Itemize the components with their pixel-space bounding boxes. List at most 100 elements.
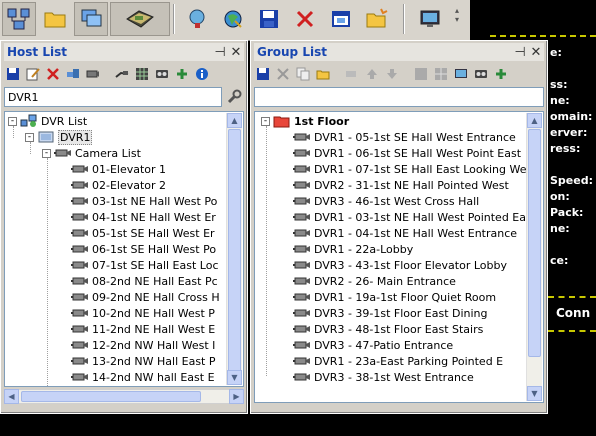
collapse-toggle-icon[interactable]: - [42,148,51,158]
group-tree-scrollbar[interactable]: ▲ ▼ [526,113,542,401]
scroll-down-icon[interactable]: ▼ [527,386,542,401]
tape-icon[interactable] [153,66,170,83]
camera-node[interactable]: 03-1st NE Hall West Po [59,193,217,209]
arrow-down-icon[interactable] [383,66,400,83]
grid-icon[interactable] [133,66,150,83]
tape-icon[interactable] [472,66,489,83]
tree-node-label: DVR3 - 48-1st Floor East Stairs [314,322,484,336]
scroll-down-icon[interactable]: ▼ [227,370,242,385]
hscroll-thumb[interactable] [21,391,201,402]
toolbar-overflow-icon[interactable]: ▴ ▾ [455,6,465,24]
delete-icon[interactable] [44,66,61,83]
info-label: ce: [550,254,569,267]
camera-node[interactable]: DVR1 - 04-1st NE Hall West Entrance [281,225,517,241]
camera-node[interactable]: DVR1 - 07-1st SE Hall East Looking We [281,161,526,177]
camera-node[interactable]: DVR1 - 03-1st NE Hall West Pointed Ea [281,209,526,225]
open-folder-icon[interactable] [360,2,394,36]
group-search-input[interactable] [254,87,544,107]
new-folder-icon[interactable] [314,66,331,83]
camera-node[interactable]: DVR1 - 19a-1st Floor Quiet Room [281,289,496,305]
camera-node[interactable]: DVR3 - 48-1st Floor East Stairs [281,321,483,337]
layout-single-icon[interactable] [412,66,429,83]
tree-node[interactable]: - Camera List [42,145,141,161]
save-icon[interactable] [4,66,21,83]
layout-icon[interactable] [2,2,36,36]
monitor-icon[interactable] [74,2,108,36]
collapse-toggle-icon[interactable]: - [8,116,17,126]
layout-quad-icon[interactable] [432,66,449,83]
edit-icon[interactable] [24,66,41,83]
search-globe-icon[interactable] [180,2,214,36]
host-search-input[interactable] [4,87,222,107]
close-icon[interactable] [288,2,322,36]
camera-icon[interactable] [343,66,360,83]
pin-icon[interactable]: ⊣ [212,45,228,60]
scroll-thumb[interactable] [228,129,241,373]
tree-node[interactable]: - DVR List [8,113,87,129]
collapse-toggle-icon[interactable]: - [261,116,270,126]
folder-icon[interactable] [38,2,72,36]
tree-node[interactable]: - 1st Floor [261,113,349,129]
link-icon[interactable] [492,66,509,83]
link-icon[interactable] [173,66,190,83]
save-icon[interactable] [254,66,271,83]
camera-arm-icon[interactable] [113,66,130,83]
host-tree-scrollbar[interactable]: ▲ ▼ [226,113,242,385]
camera-node[interactable]: DVR3 - 47-Patio Entrance [281,337,453,353]
tree-node-label: DVR3 - 39-1st Floor East Dining [314,306,488,320]
camera-node[interactable]: DVR3 - 46-1st West Cross Hall [281,193,479,209]
camera-node[interactable]: DVR2 - 31-1st NE Hall Pointed West [281,177,509,193]
camera-node[interactable]: 05-1st SE Hall West Er [59,225,215,241]
camera-node[interactable]: 12-2nd NW Hall West I [59,337,215,353]
camera-icon [71,162,89,176]
window-icon[interactable] [324,2,358,36]
close-pane-icon[interactable]: ✕ [228,45,244,60]
camera-node[interactable]: 13-2nd NW Hall East P [59,353,216,369]
network-icon[interactable] [64,66,81,83]
camera-node[interactable]: 06-1st SE Hall West Po [59,241,216,257]
display-icon[interactable] [414,2,448,36]
camera-node[interactable]: 02-Elevator 2 [59,177,166,193]
info-icon[interactable] [193,66,210,83]
dvr-device-icon[interactable] [110,2,170,36]
camera-node[interactable]: 07-1st SE Hall East Loc [59,257,219,273]
camera-icon[interactable] [84,66,101,83]
arrow-up-icon[interactable] [363,66,380,83]
network-globe-icon[interactable] [216,2,250,36]
camera-node[interactable]: DVR1 - 05-1st SE Hall West Entrance [281,129,516,145]
camera-node[interactable]: 01-Elevator 1 [59,161,166,177]
toolbar-separator [104,66,110,83]
scroll-thumb[interactable] [528,129,541,357]
wrench-icon[interactable] [226,89,242,108]
collapse-toggle-icon[interactable]: - [25,132,34,142]
close-pane-icon[interactable]: ✕ [528,45,544,60]
camera-node[interactable]: DVR1 - 23a-East Parking Pointed E [281,353,503,369]
group-search-row [254,87,544,107]
tree-node[interactable]: - DVR1 [25,129,93,145]
host-tree-hscrollbar[interactable]: ◀ ▶ [4,389,244,404]
camera-node[interactable]: DVR1 - 22a-Lobby [281,241,413,257]
delete-icon[interactable] [274,66,291,83]
camera-node[interactable]: 09-2nd NE Hall Cross H [59,289,220,305]
tree-node-label: 11-2nd NE Hall West E [92,322,216,336]
camera-node[interactable]: DVR3 - 39-1st Floor East Dining [281,305,488,321]
save-icon[interactable] [252,2,286,36]
copy-icon[interactable] [294,66,311,83]
camera-node[interactable]: 15-2nd NW Hall West I [59,385,215,386]
network-icon [20,114,38,128]
scroll-up-icon[interactable]: ▲ [227,113,242,128]
pin-icon[interactable]: ⊣ [512,45,528,60]
camera-node[interactable]: DVR3 - 43-1st Floor Elevator Lobby [281,257,507,273]
camera-node[interactable]: 10-2nd NE Hall West P [59,305,215,321]
camera-node[interactable]: 11-2nd NE Hall West E [59,321,215,337]
scroll-left-icon[interactable]: ◀ [4,389,19,404]
camera-node[interactable]: DVR1 - 06-1st SE Hall West Point East [281,145,521,161]
camera-node[interactable]: DVR3 - 38-1st West Entrance [281,369,474,385]
scroll-up-icon[interactable]: ▲ [527,113,542,128]
scroll-right-icon[interactable]: ▶ [229,389,244,404]
camera-node[interactable]: 04-1st NE Hall West Er [59,209,216,225]
camera-node[interactable]: 14-2nd NW hall East E [59,369,215,385]
monitor-icon[interactable] [452,66,469,83]
camera-node[interactable]: DVR2 - 26- Main Entrance [281,273,456,289]
camera-node[interactable]: 08-2nd NE Hall East Pc [59,273,218,289]
